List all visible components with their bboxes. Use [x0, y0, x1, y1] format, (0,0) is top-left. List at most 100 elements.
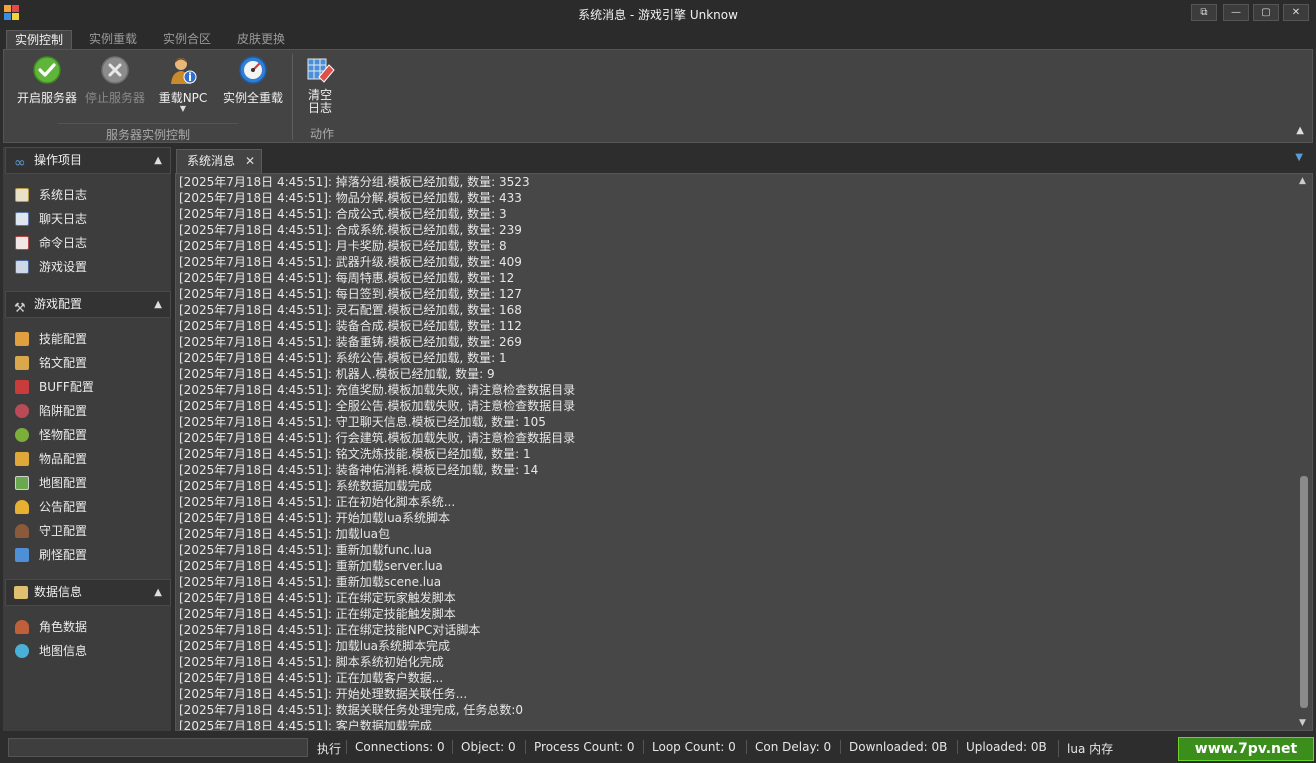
- log-line: [2025年7月18日 4:45:51]: 客户数据加载完成: [179, 719, 432, 731]
- nav-item-guard-config[interactable]: 守卫配置: [13, 521, 87, 541]
- stop-server-label: 停止服务器: [84, 91, 145, 105]
- status-connections: Connections: 0: [346, 740, 445, 754]
- scroll-down-icon[interactable]: ▼: [1299, 718, 1306, 728]
- nav-item-monster-config[interactable]: 怪物配置: [13, 425, 87, 445]
- nav-item-item-config[interactable]: 物品配置: [13, 449, 87, 469]
- tab-instance-merge[interactable]: 实例合区: [155, 30, 219, 50]
- tab-skin-change[interactable]: 皮肤更换: [229, 30, 293, 50]
- status-con-delay: Con Delay: 0: [746, 740, 831, 754]
- log-scrollbar[interactable]: ▲ ▼: [1296, 174, 1312, 730]
- log-line: [2025年7月18日 4:45:51]: 系统公告.模板已经加载, 数量: 1: [179, 351, 507, 365]
- log-line: [2025年7月18日 4:45:51]: 加载lua包: [179, 527, 391, 541]
- nav-item-game-settings[interactable]: 游戏设置: [13, 257, 87, 277]
- tab-instance-control[interactable]: 实例控制: [6, 30, 73, 50]
- scroll-thumb[interactable]: [1300, 476, 1308, 708]
- nav-item-announcement-config[interactable]: 公告配置: [13, 497, 87, 517]
- log-line: [2025年7月18日 4:45:51]: 数据关联任务处理完成, 任务总数:0: [179, 703, 524, 717]
- document-icon: [15, 212, 29, 226]
- nav-item-label: 角色数据: [39, 620, 88, 634]
- log-line: [2025年7月18日 4:45:51]: 重新加载server.lua: [179, 559, 443, 573]
- ribbon-tabs: 实例控制 实例重载 实例合区 皮肤更换: [0, 27, 1316, 50]
- trap-icon: [15, 404, 29, 418]
- guard-icon: [15, 524, 29, 538]
- clear-log-label: 清空 日志: [307, 88, 332, 115]
- buff-icon: [15, 380, 29, 394]
- tab-system-messages[interactable]: 系统消息 ✕: [176, 149, 262, 173]
- nav-item-label: 怪物配置: [39, 428, 88, 442]
- bell-icon: [15, 500, 29, 514]
- navigation-panel: ∞ 操作项目 ▲ 系统日志 聊天日志 命令日志 游戏设置 ⚒ 游戏配置 ▲ 技能…: [3, 147, 171, 731]
- clear-log-button[interactable]: 清空 日志: [300, 55, 340, 115]
- status-loop-count: Loop Count: 0: [643, 740, 736, 754]
- nav-item-spawn-config[interactable]: 刷怪配置: [13, 545, 87, 565]
- nav-section-data-info[interactable]: 数据信息 ▲: [5, 579, 171, 606]
- nav-item-label: 地图信息: [39, 644, 88, 658]
- npc-person-icon: [168, 55, 198, 85]
- nav-item-label: 命令日志: [39, 236, 88, 250]
- nav-item-trap-config[interactable]: 陷阱配置: [13, 401, 87, 421]
- nav-item-inscription-config[interactable]: 铭文配置: [13, 353, 87, 373]
- nav-item-skill-config[interactable]: 技能配置: [13, 329, 87, 349]
- watermark-logo: www.7pv.net: [1178, 737, 1314, 761]
- skill-icon: [15, 332, 29, 346]
- log-line: [2025年7月18日 4:45:51]: 充值奖励.模板加载失败, 请注意检查…: [179, 383, 576, 397]
- command-input[interactable]: [8, 738, 308, 757]
- log-line: [2025年7月18日 4:45:51]: 机器人.模板已经加载, 数量: 9: [179, 367, 495, 381]
- window-title: 系统消息 - 游戏引擎 Unknow: [578, 8, 738, 22]
- check-icon: [32, 55, 62, 85]
- maximize-icon[interactable]: ▢: [1253, 4, 1279, 21]
- stop-icon: [100, 55, 130, 85]
- tab-instance-reload[interactable]: 实例重载: [81, 30, 145, 50]
- chevron-up-icon[interactable]: ▲: [154, 292, 162, 317]
- nav-section-title: 数据信息: [34, 585, 83, 599]
- nav-item-label: 系统日志: [39, 188, 88, 202]
- tab-label: 系统消息: [187, 154, 236, 168]
- ribbon-group-divider: [292, 54, 293, 140]
- nav-item-command-log[interactable]: 命令日志: [13, 233, 87, 253]
- chevron-up-icon[interactable]: ▲: [154, 148, 162, 173]
- restore-icon[interactable]: ⧉: [1191, 4, 1217, 21]
- status-object: Object: 0: [452, 740, 516, 754]
- execute-button[interactable]: 执行: [317, 740, 341, 757]
- nav-item-label: 聊天日志: [39, 212, 88, 226]
- log-line: [2025年7月18日 4:45:51]: 每日签到.模板已经加载, 数量: 1…: [179, 287, 522, 301]
- nav-section-operations[interactable]: ∞ 操作项目 ▲: [5, 147, 171, 174]
- start-server-button[interactable]: 开启服务器: [10, 55, 84, 106]
- nav-item-label: 守卫配置: [39, 524, 88, 538]
- action-group-label: 动作: [309, 127, 334, 141]
- dropdown-arrow-icon: ▼: [179, 104, 187, 113]
- clipboard-icon: [15, 188, 29, 202]
- reload-npc-button[interactable]: 重载NPC ▼: [152, 55, 214, 113]
- inscription-icon: [15, 356, 29, 370]
- nav-item-chat-log[interactable]: 聊天日志: [13, 209, 87, 229]
- log-line: [2025年7月18日 4:45:51]: 铭文洗炼技能.模板已经加载, 数量:…: [179, 447, 531, 461]
- system-log-view[interactable]: [2025年7月18日 4:45:51]: 掉落分组.模板已经加载, 数量: 3…: [175, 173, 1313, 731]
- tab-list-dropdown-icon[interactable]: ▼: [1295, 152, 1303, 163]
- nav-item-map-config[interactable]: 地图配置: [13, 473, 87, 493]
- collapse-ribbon-icon[interactable]: ▲: [1296, 125, 1304, 136]
- nav-section-game-config[interactable]: ⚒ 游戏配置 ▲: [5, 291, 171, 318]
- globe-icon: [15, 644, 29, 658]
- log-line: [2025年7月18日 4:45:51]: 正在加载客户数据...: [179, 671, 444, 685]
- close-tab-icon[interactable]: ✕: [245, 150, 255, 172]
- spawn-icon: [15, 548, 29, 562]
- reload-all-button[interactable]: 实例全重载: [220, 55, 286, 106]
- log-line: [2025年7月18日 4:45:51]: 系统数据加载完成: [179, 479, 432, 493]
- nav-section-title: 游戏配置: [34, 297, 83, 311]
- nav-item-map-info[interactable]: 地图信息: [13, 641, 87, 661]
- nav-item-role-data[interactable]: 角色数据: [13, 617, 87, 637]
- nav-item-buff-config[interactable]: BUFF配置: [13, 377, 94, 397]
- log-line: [2025年7月18日 4:45:51]: 行会建筑.模板加载失败, 请注意检查…: [179, 431, 576, 445]
- log-line: [2025年7月18日 4:45:51]: 全服公告.模板加载失败, 请注意检查…: [179, 399, 576, 413]
- nav-item-label: 物品配置: [39, 452, 88, 466]
- scroll-up-icon[interactable]: ▲: [1299, 176, 1306, 186]
- chevron-up-icon[interactable]: ▲: [154, 580, 162, 605]
- status-bar: 执行 Connections: 0 Object: 0 Process Coun…: [0, 733, 1316, 763]
- close-icon[interactable]: ✕: [1283, 4, 1309, 21]
- infinity-icon: ∞: [14, 155, 26, 171]
- nav-item-system-log[interactable]: 系统日志: [13, 185, 87, 205]
- nav-item-label: 游戏设置: [39, 260, 88, 274]
- minimize-icon[interactable]: —: [1223, 4, 1249, 21]
- stop-server-button[interactable]: 停止服务器: [78, 55, 152, 106]
- nav-section-title: 操作项目: [34, 153, 83, 167]
